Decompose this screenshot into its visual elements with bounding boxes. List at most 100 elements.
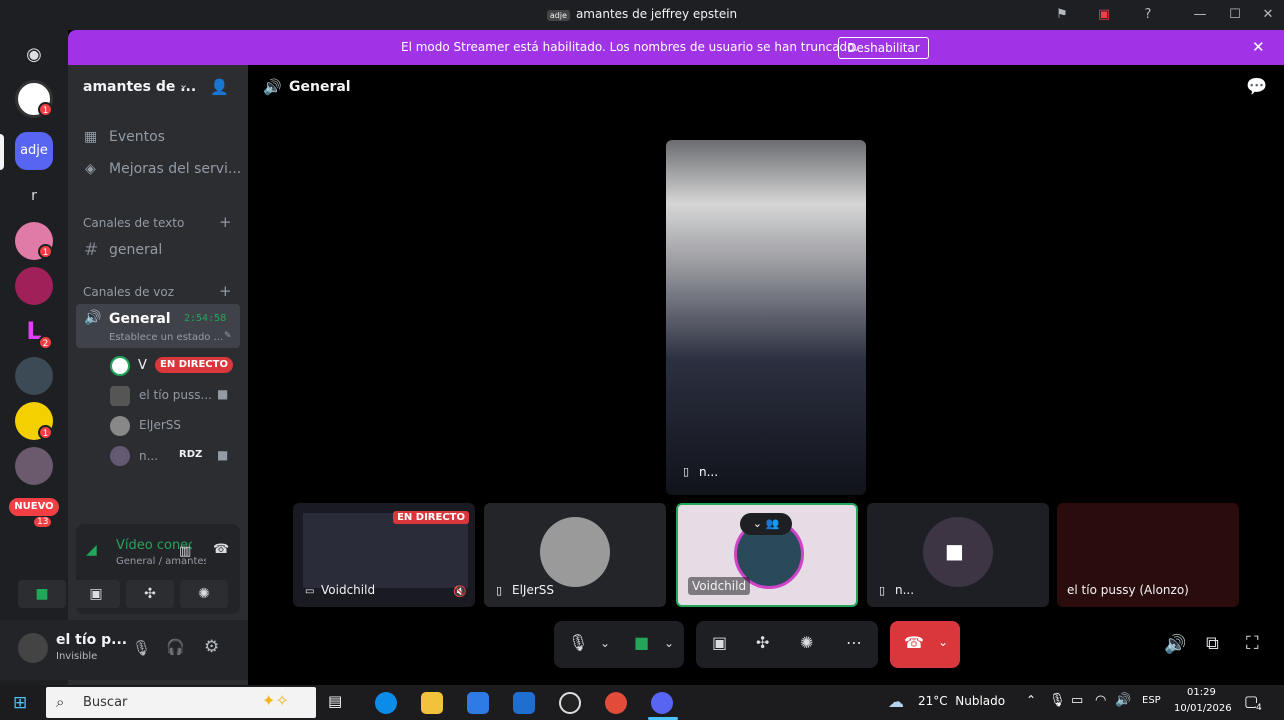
inbox-icon[interactable]: ⚑	[1052, 5, 1072, 25]
boosts-link[interactable]: Mejoras del servi...	[109, 161, 241, 177]
server-icon-adje[interactable]: adje	[15, 132, 53, 170]
voice-category[interactable]: Canales de voz	[83, 285, 174, 299]
microphone-button[interactable]: 🎙	[568, 633, 588, 652]
voice-call-area: 🔊 General 💬 ▯ n... EN DIRECTO Voidchild …	[248, 65, 1284, 685]
search-input[interactable]: Buscar	[83, 695, 127, 710]
member-name[interactable]: V	[138, 358, 147, 373]
soundboard-icon[interactable]: ✺	[800, 633, 813, 652]
noise-suppression-icon[interactable]: ▥	[179, 544, 191, 559]
gear-icon[interactable]: ⚙	[204, 637, 219, 657]
headphones-icon[interactable]: 🎧	[166, 638, 185, 656]
popout-icon[interactable]: ⧉	[1206, 633, 1219, 654]
disconnect-icon[interactable]: ☎	[213, 542, 229, 557]
voice-status[interactable]: Establece un estado ...	[109, 332, 223, 343]
pencil-icon[interactable]: ✎	[224, 331, 232, 341]
camera-off-icon: ■	[945, 539, 964, 563]
user-name[interactable]: el tío p...	[56, 632, 127, 648]
volume-tray-icon[interactable]: 🔊	[1115, 693, 1131, 708]
chrome-icon[interactable]	[605, 692, 627, 714]
server-icon[interactable]	[15, 357, 53, 395]
mail-icon[interactable]	[513, 692, 535, 714]
focused-video[interactable]: ▯ n...	[666, 140, 866, 495]
camera-options-chevron-icon[interactable]: ⌄	[664, 636, 674, 650]
invite-icon[interactable]: 👤	[210, 78, 229, 96]
camera-button[interactable]: ■	[634, 633, 649, 652]
soundboard-button[interactable]: ✺	[180, 580, 228, 608]
discord-taskbar-icon[interactable]	[651, 692, 673, 714]
file-explorer-icon[interactable]	[421, 692, 443, 714]
member-name[interactable]: el tío puss...	[139, 388, 212, 402]
focused-user-label: n...	[699, 465, 719, 479]
participant-tile[interactable]: ▯ ElJerSS	[484, 503, 666, 607]
discord-home-icon[interactable]: ◉	[15, 36, 53, 74]
camera-icon: ■	[217, 387, 229, 401]
participant-tile-speaking[interactable]: ⌄ 👥 Voidchild	[676, 503, 858, 607]
voice-channel-name: General	[109, 311, 171, 327]
member-name[interactable]: ElJerSS	[139, 418, 181, 432]
server-icon-r[interactable]: r	[15, 177, 53, 215]
screen-share-alert-icon[interactable]: ▣	[1094, 5, 1114, 25]
help-icon[interactable]: ?	[1138, 5, 1158, 25]
chevron-up-icon[interactable]: ⌃	[1026, 693, 1036, 707]
minimize-button[interactable]: —	[1190, 5, 1210, 25]
events-link[interactable]: Eventos	[109, 129, 165, 145]
app-icon[interactable]	[559, 692, 581, 714]
activities-icon[interactable]: ✣	[756, 633, 769, 652]
language-indicator[interactable]: ESP	[1142, 695, 1161, 706]
server-icon[interactable]	[15, 447, 53, 485]
leave-options-chevron-icon[interactable]: ⌄	[938, 635, 948, 649]
leave-call-button[interactable]: ☎ ⌄	[890, 621, 960, 668]
member-avatar	[110, 356, 130, 376]
clock-time[interactable]: 01:29	[1187, 687, 1216, 698]
avatar[interactable]	[18, 633, 48, 663]
wifi-icon[interactable]: ◠	[1095, 693, 1106, 708]
phone-icon: ▯	[496, 584, 503, 597]
text-category[interactable]: Canales de texto	[83, 216, 184, 230]
server-icon[interactable]	[15, 267, 53, 305]
muted-icon[interactable]: 🔇	[453, 585, 467, 598]
search-icon: ⌕	[56, 693, 65, 711]
close-banner-icon[interactable]: ✕	[1252, 38, 1265, 56]
chat-icon[interactable]: 💬	[1246, 77, 1267, 97]
mic-tray-icon[interactable]: 🎙	[1049, 693, 1066, 708]
activities-button[interactable]: ✣	[126, 580, 174, 608]
store-icon[interactable]	[467, 692, 489, 714]
voice-channel-general[interactable]: 🔊 General 2:54:58 Establece un estado ..…	[76, 304, 240, 348]
close-button[interactable]: ✕	[1258, 5, 1278, 25]
clock-date[interactable]: 10/01/2026	[1174, 703, 1232, 714]
new-badge[interactable]: NUEVO	[9, 498, 59, 516]
signal-icon: ◢	[86, 542, 97, 558]
edge-icon[interactable]	[375, 692, 397, 714]
chevron-down-icon[interactable]: ⌄	[179, 78, 188, 91]
notification-count: 4	[1256, 703, 1262, 713]
participant-tile[interactable]: ■ ▯ n...	[867, 503, 1049, 607]
add-text-channel-icon[interactable]: +	[219, 213, 232, 231]
microphone-icon[interactable]: 🎙	[132, 639, 151, 657]
taskbar-search[interactable]: ⌕ Buscar ✦✧	[46, 687, 316, 718]
task-view-icon[interactable]: ▤	[328, 692, 350, 714]
fullscreen-icon[interactable]: ⛶	[1246, 633, 1259, 654]
more-icon[interactable]: ⋯	[846, 633, 862, 652]
tile-menu[interactable]: ⌄ 👥	[740, 513, 792, 535]
add-voice-channel-icon[interactable]: +	[219, 282, 232, 300]
participant-tile[interactable]: el tío pussy (Alonzo)	[1057, 503, 1239, 607]
member-name[interactable]: n...	[139, 449, 158, 463]
monitor-icon: ▭	[305, 586, 315, 597]
channel-general[interactable]: general	[109, 242, 162, 258]
selected-indicator	[0, 134, 4, 170]
hangup-icon: ☎	[904, 633, 924, 652]
mic-options-chevron-icon[interactable]: ⌄	[600, 636, 610, 650]
disable-streamer-button[interactable]: Deshabilitar	[838, 37, 929, 59]
camera-toggle-button[interactable]: ■	[18, 580, 66, 608]
volume-icon[interactable]: 🔊	[1164, 634, 1186, 655]
start-icon[interactable]: ⊞	[13, 693, 27, 713]
tile-label: el tío pussy (Alonzo)	[1067, 583, 1189, 597]
stream-tile[interactable]: EN DIRECTO Voidchild ▭ 🔇	[293, 503, 475, 607]
tile-label: ElJerSS	[512, 583, 555, 597]
screen-share-icon[interactable]: ▣	[712, 633, 727, 652]
maximize-button[interactable]: ☐	[1225, 5, 1245, 25]
voice-location[interactable]: General / amantes...	[116, 556, 206, 567]
battery-icon[interactable]: ▭	[1071, 693, 1083, 708]
weather-text[interactable]: 21°C Nublado	[918, 694, 1005, 708]
screen-share-button[interactable]: ▣	[72, 580, 120, 608]
